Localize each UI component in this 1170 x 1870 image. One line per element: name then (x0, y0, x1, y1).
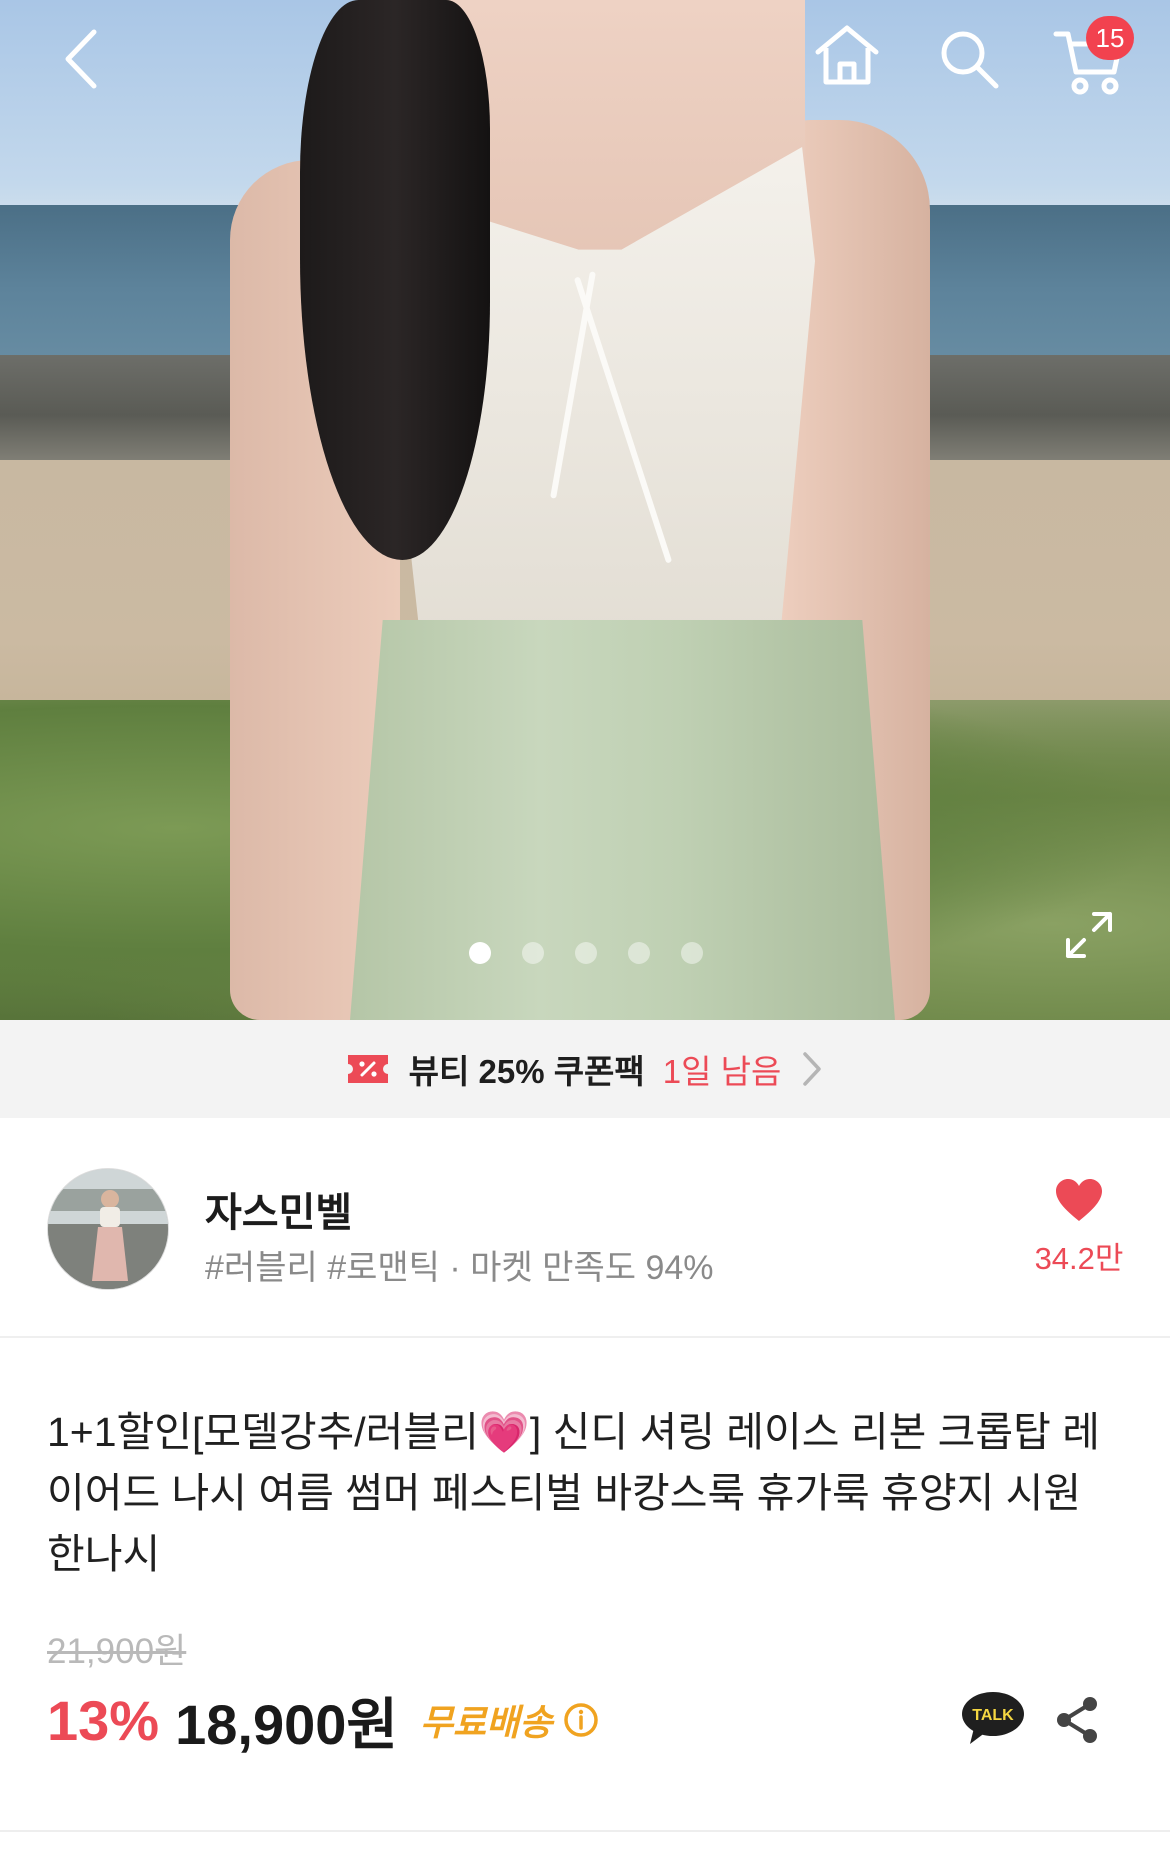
back-button[interactable] (58, 24, 108, 99)
carousel-dot[interactable] (575, 942, 597, 964)
like-count: 34.2만 (1034, 1241, 1124, 1276)
coupon-text: 뷰티 25% 쿠폰팩 (408, 1053, 645, 1090)
carousel-dot[interactable] (628, 942, 650, 964)
discount-rate: 13% (47, 1688, 160, 1752)
section-divider (0, 1830, 1170, 1832)
talk-label: TALK (972, 1707, 1014, 1724)
carousel-dot-active[interactable] (469, 942, 491, 964)
free-shipping-label: 무료배송 (419, 1702, 553, 1743)
coupon-remaining-time: 1일 남음 (662, 1053, 782, 1090)
search-icon (941, 31, 999, 89)
seller-avatar[interactable] (47, 1168, 169, 1290)
share-button[interactable] (1052, 1694, 1102, 1751)
share-icon (1057, 1697, 1097, 1743)
cart-count-badge: 15 (1086, 16, 1134, 60)
kakao-talk-button[interactable]: TALK (960, 1690, 1026, 1753)
carousel-dot[interactable] (522, 942, 544, 964)
heart-icon (1056, 1179, 1102, 1221)
carousel-indicator (0, 942, 1170, 966)
search-button[interactable] (936, 26, 1002, 97)
home-button[interactable] (812, 22, 882, 93)
home-icon (815, 25, 879, 85)
product-image-carousel[interactable]: 15 (0, 0, 1170, 1020)
product-title: 1+1할인[모델강추/러블리💗] 신디 셔링 레이스 리본 크롭탑 레이어드 나… (47, 1409, 1100, 1577)
back-icon (65, 29, 97, 89)
coupon-icon (347, 1055, 388, 1083)
like-button[interactable]: 34.2만 (1024, 1178, 1134, 1278)
sale-price: 18,900원 (175, 1692, 398, 1756)
seller-tags: #러블리 #로맨틱 · 마켓 만족도 94% (205, 1249, 714, 1287)
seller-name[interactable]: 자스민벨 (205, 1180, 352, 1238)
coupon-banner[interactable]: 뷰티 25% 쿠폰팩 1일 남음 (0, 1020, 1170, 1118)
carousel-dot[interactable] (681, 942, 703, 964)
info-icon[interactable] (562, 1701, 600, 1739)
price-row: 13% 18,900원 무료배송 (47, 1680, 600, 1760)
chevron-right-icon (803, 1052, 822, 1086)
kakao-talk-icon: TALK (962, 1692, 1024, 1744)
seller-avatar-image (48, 1169, 168, 1289)
seller-section[interactable]: 자스민벨 #러블리 #로맨틱 · 마켓 만족도 94% 34.2만 (0, 1118, 1170, 1338)
original-price: 21,900원 (47, 1632, 187, 1671)
